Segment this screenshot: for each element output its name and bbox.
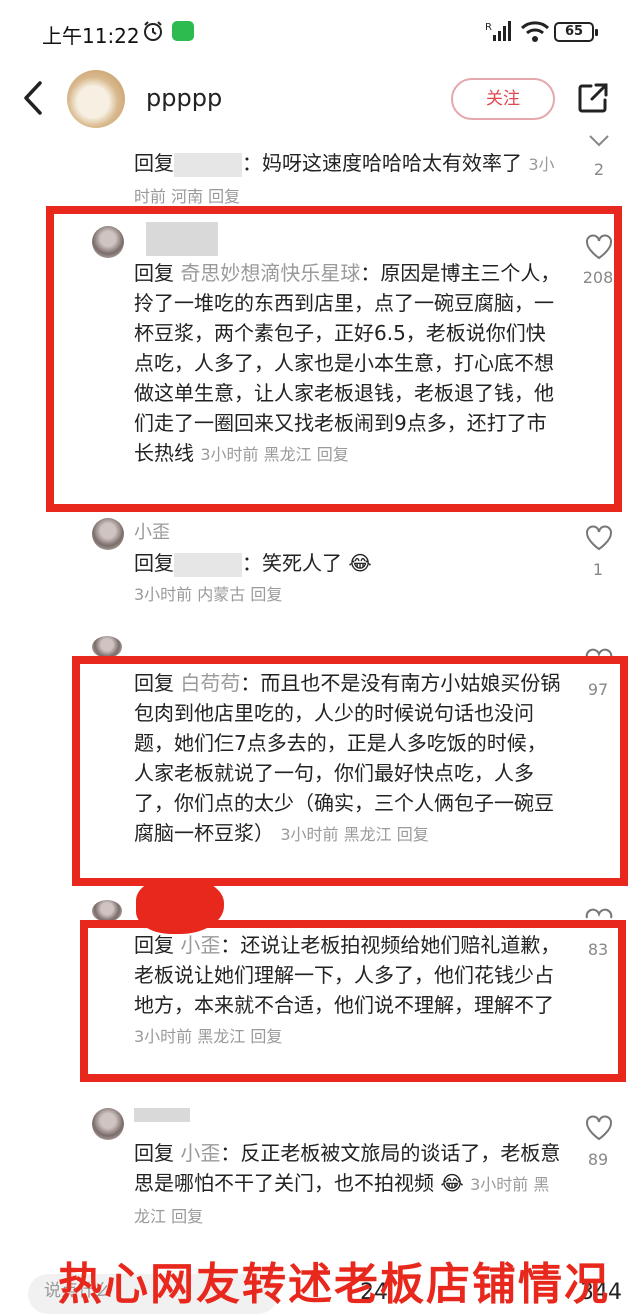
reply-label: 回复: [134, 151, 174, 175]
highlight-box: [80, 920, 626, 1082]
heart-icon[interactable]: [584, 524, 614, 552]
comment-meta[interactable]: 3小时前 内蒙古 回复: [134, 585, 282, 604]
heart-icon[interactable]: [584, 1114, 614, 1142]
svg-text:R: R: [485, 22, 492, 33]
alarm-icon: [144, 21, 162, 41]
chevron-down-icon[interactable]: [584, 134, 614, 148]
author-name[interactable]: ppppp: [146, 84, 222, 112]
blurred-username: [174, 152, 242, 177]
reply-target[interactable]: 小歪: [180, 1141, 220, 1165]
author-avatar[interactable]: [67, 70, 125, 128]
username[interactable]: 小歪: [134, 518, 170, 544]
comment-text: ：妈呀这速度哈哈哈太有效率了: [242, 151, 522, 175]
share-icon[interactable]: [577, 82, 609, 114]
user-avatar[interactable]: [92, 1108, 124, 1140]
highlight-box: [46, 206, 622, 512]
user-avatar[interactable]: [92, 900, 122, 922]
user-avatar[interactable]: [92, 636, 122, 658]
wifi-icon: [520, 21, 550, 42]
like-count: 2: [593, 160, 605, 179]
like-count: 89: [587, 1150, 609, 1169]
comment-text: ：笑死人了: [242, 551, 342, 575]
top-bar: ppppp 关注: [0, 66, 636, 136]
follow-button[interactable]: 关注: [451, 78, 555, 120]
like-count: 1: [592, 560, 604, 579]
crying-emoji-icon: 😂: [440, 1171, 464, 1195]
blurred-username: [134, 1108, 190, 1122]
caption-overlay: 热心网友转述老板店铺情况: [58, 1259, 610, 1310]
status-time: 上午11:22: [42, 24, 140, 48]
reply-label: 回复: [134, 551, 174, 575]
user-avatar[interactable]: [92, 518, 124, 550]
reply-label: 回复: [134, 1141, 174, 1165]
wechat-icon: [172, 21, 194, 41]
signal-icon: R: [485, 21, 511, 41]
battery-indicator: 65: [554, 22, 598, 42]
crying-emoji-icon: 😂: [348, 551, 372, 575]
status-bar: 上午11:22 R 65: [0, 0, 636, 66]
highlight-box: [72, 656, 628, 886]
red-mark: [136, 878, 224, 934]
blurred-username: [174, 552, 242, 577]
back-arrow-icon[interactable]: [20, 80, 46, 116]
heart-icon[interactable]: [584, 904, 614, 920]
